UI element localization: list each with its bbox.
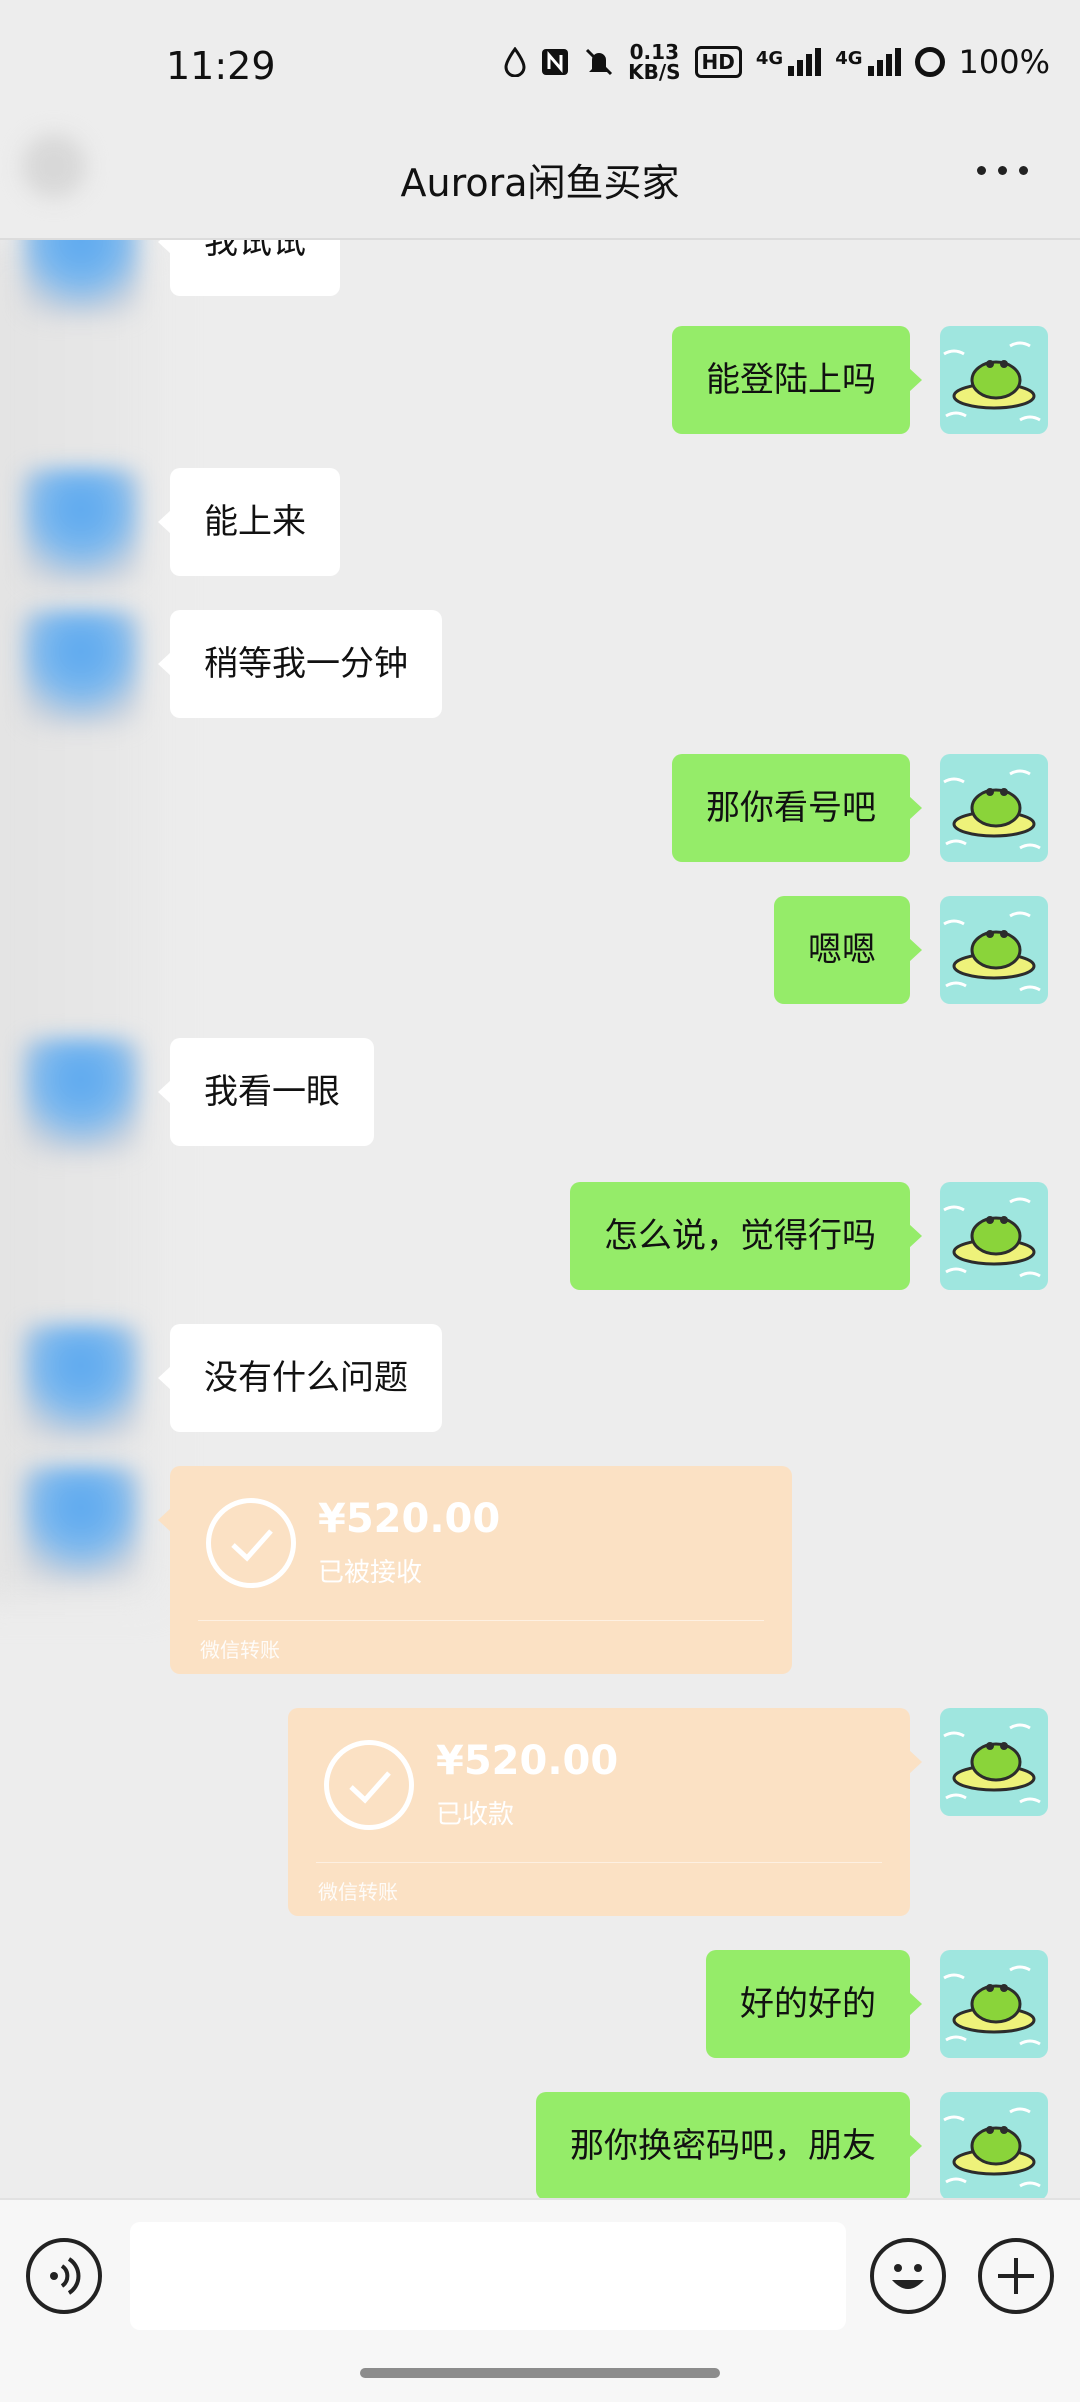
battery-ring-icon (914, 47, 945, 77)
my-avatar[interactable] (940, 896, 1048, 1004)
battery-percent: 100% (958, 43, 1050, 81)
my-avatar[interactable] (940, 1950, 1048, 2058)
contact-avatar[interactable] (22, 240, 140, 318)
voice-icon[interactable] (26, 2238, 102, 2314)
transfer-footer: 微信转账 (200, 1638, 280, 1662)
contact-avatar[interactable] (22, 1324, 140, 1442)
transfer-amount: ¥520.00 (436, 1738, 619, 1784)
emoji-icon[interactable] (870, 2238, 946, 2314)
contact-avatar[interactable] (22, 1038, 140, 1156)
message-input[interactable] (130, 2222, 846, 2330)
nfc-icon (540, 47, 570, 77)
message-out[interactable]: 能登陆上吗 (672, 326, 922, 434)
message-in[interactable]: 能上来 (158, 468, 340, 576)
transfer-status: 已收款 (436, 1800, 515, 1830)
network-type-label: 4G (755, 48, 784, 69)
contact-avatar[interactable] (22, 468, 140, 586)
home-indicator[interactable] (360, 2368, 720, 2378)
chat-area[interactable]: 我试试 能登陆上吗 能上来 稍等我一分钟 那你看号吧 嗯嗯 我看一眼 怎么说，觉… (0, 240, 1080, 2198)
contact-avatar[interactable] (22, 610, 140, 728)
message-out[interactable]: 嗯嗯 (774, 896, 922, 1004)
transfer-status: 已被接收 (318, 1558, 423, 1588)
net-speed-value: 0.13 (629, 40, 679, 64)
divider (198, 1620, 764, 1621)
message-in[interactable]: 没有什么问题 (158, 1324, 442, 1432)
net-speed: 0.13 KB/S (628, 42, 680, 82)
my-avatar[interactable] (940, 1182, 1048, 1290)
transfer-card[interactable]: ¥520.00 已收款 微信转账 (288, 1708, 922, 1916)
more-dots-icon[interactable] (977, 150, 1028, 190)
my-avatar[interactable] (940, 1708, 1048, 1816)
water-drop-icon (504, 47, 526, 77)
transfer-amount: ¥520.00 (318, 1496, 501, 1542)
message-out[interactable]: 好的好的 (706, 1950, 922, 2058)
message-in[interactable]: 我看一眼 (158, 1038, 374, 1146)
status-icons: 0.13 KB/S HD 4G 4G 100% (504, 42, 1050, 82)
mute-icon (584, 47, 614, 77)
my-avatar[interactable] (940, 326, 1048, 434)
message-out[interactable]: 那你看号吧 (672, 754, 922, 862)
network-type-label: 4G (835, 48, 863, 69)
message-in[interactable]: 我试试 (158, 240, 340, 296)
message-out[interactable]: 怎么说，觉得行吗 (570, 1182, 922, 1290)
my-avatar[interactable] (940, 754, 1048, 862)
divider (316, 1862, 882, 1863)
transfer-card[interactable]: ¥520.00 已被接收 微信转账 (158, 1466, 792, 1674)
status-time: 11:29 (166, 44, 276, 88)
my-avatar[interactable] (940, 2092, 1048, 2198)
chat-title: Aurora闲鱼买家 (400, 161, 680, 205)
hd-icon: HD (694, 46, 742, 78)
transfer-footer: 微信转账 (318, 1880, 398, 1904)
message-out[interactable]: 那你换密码吧，朋友 (536, 2092, 922, 2198)
net-speed-unit: KB/S (628, 60, 681, 84)
signal-icon: 4G (835, 48, 901, 76)
signal-icon: 4G (755, 48, 822, 76)
check-icon (324, 1740, 414, 1830)
contact-avatar[interactable] (22, 1466, 140, 1584)
message-in[interactable]: 稍等我一分钟 (158, 610, 442, 718)
plus-icon[interactable] (978, 2238, 1054, 2314)
check-icon (206, 1498, 296, 1588)
